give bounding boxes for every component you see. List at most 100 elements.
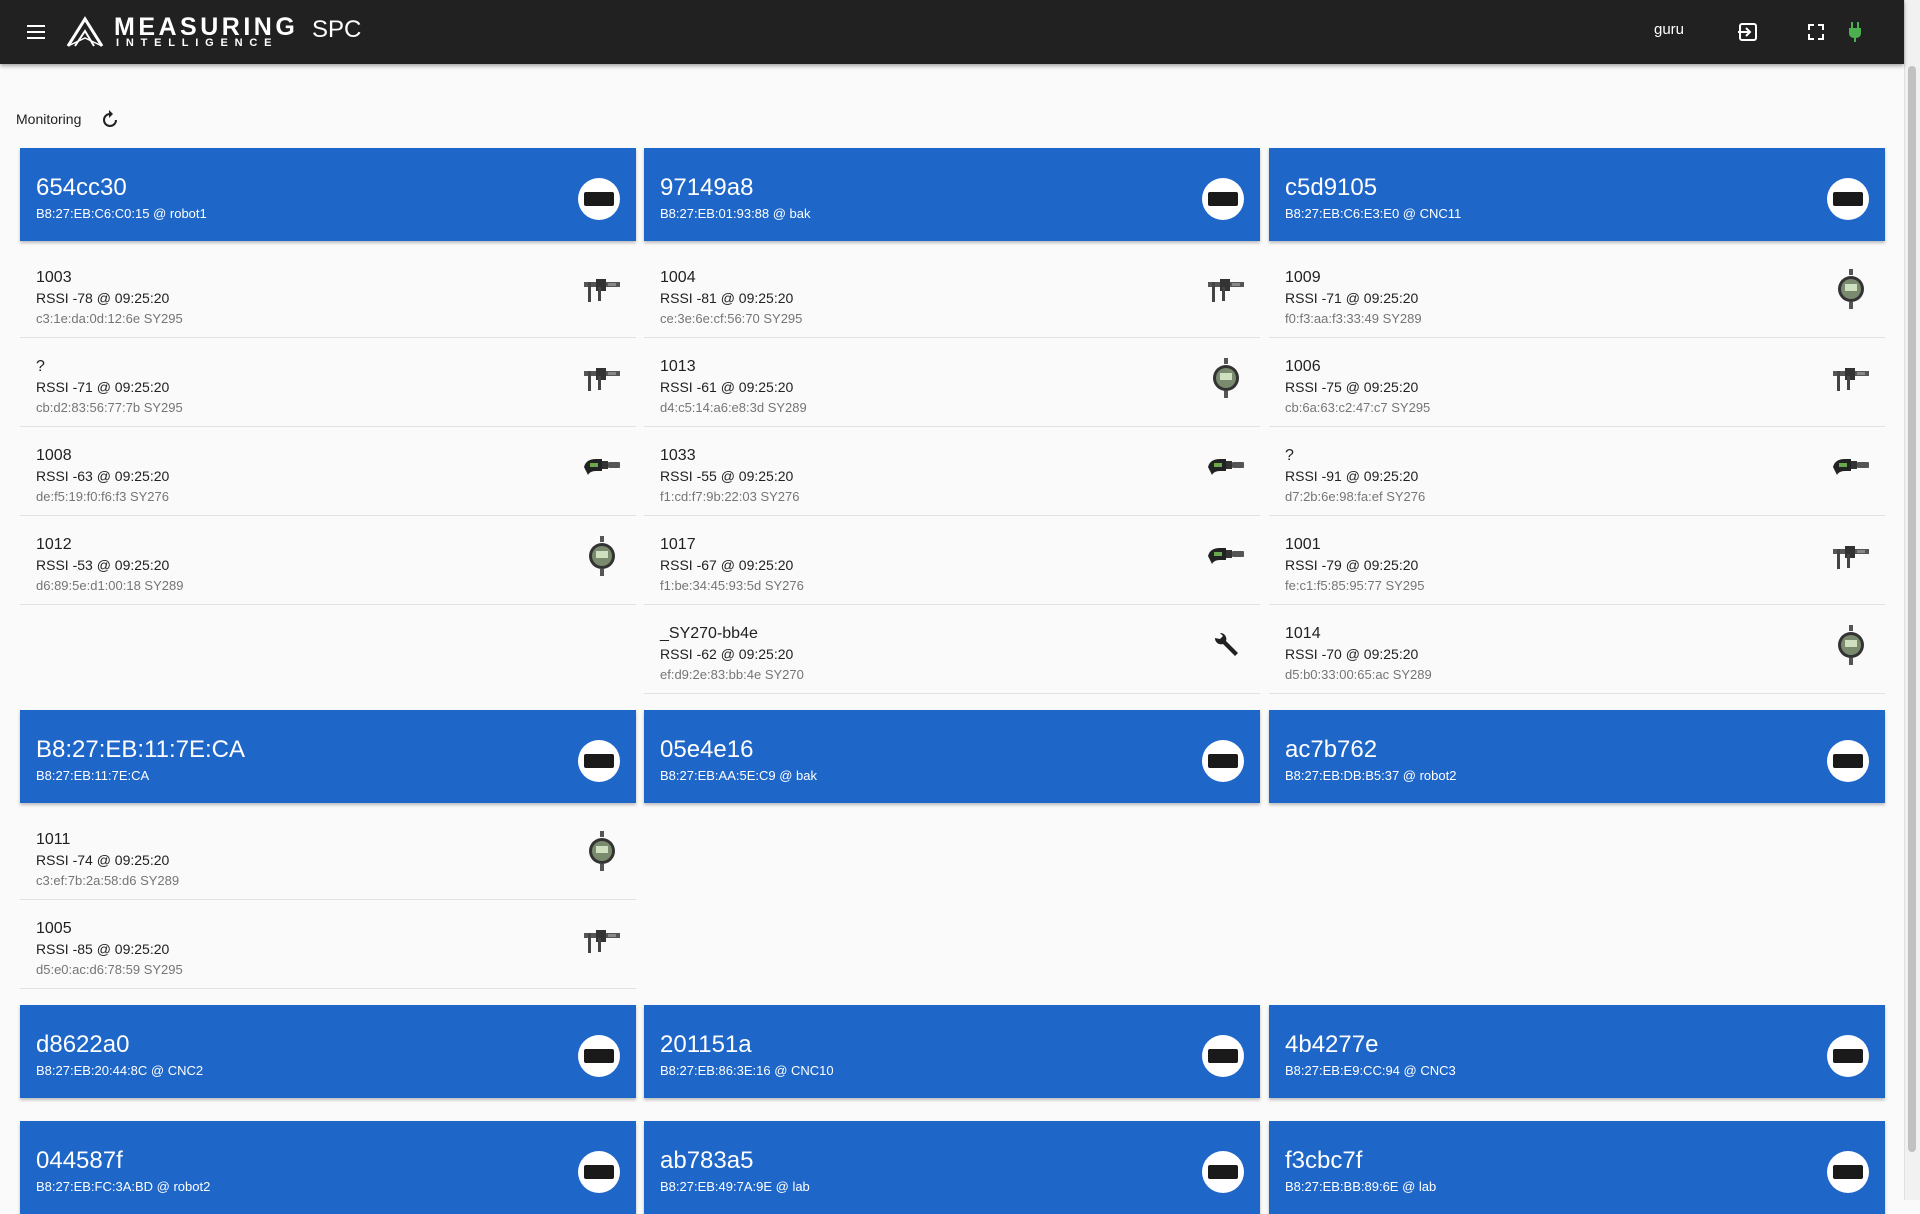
device-mac: d7:2b:6e:98:fa:ef SY276: [1285, 489, 1426, 504]
device-name: 1013: [660, 358, 696, 375]
device-name: 1004: [660, 269, 696, 286]
device-list-item[interactable]: 1014 RSSI -70 @ 09:25:20 d5:b0:33:00:65:ac…: [1269, 605, 1885, 694]
gateway-device-icon: [578, 1151, 620, 1193]
gateway-subtitle: B8:27:EB:01:93:88 @ bak: [660, 206, 811, 221]
device-rssi: RSSI -63 @ 09:25:20: [36, 468, 170, 484]
device-mac: d6:89:5e:d1:00:18 SY289: [36, 578, 184, 593]
gateway-card[interactable]: 654cc30 B8:27:EB:C6:C0:15 @ robot1: [20, 148, 636, 241]
gateway-unit-icon: [584, 1049, 614, 1063]
gateway-card[interactable]: d8622a0 B8:27:EB:20:44:8C @ CNC2: [20, 1005, 636, 1098]
gateway-card[interactable]: ac7b762 B8:27:EB:DB:B5:37 @ robot2: [1269, 710, 1885, 803]
device-list-item[interactable]: 1009 RSSI -71 @ 09:25:20 f0:f3:aa:f3:33:49…: [1269, 249, 1885, 338]
gateway-device-icon: [1827, 740, 1869, 782]
top-app-bar: MEASURING INTELLIGENCE SPC guru: [0, 0, 1904, 64]
gateway-card[interactable]: c5d9105 B8:27:EB:C6:E3:E0 @ CNC11: [1269, 148, 1885, 241]
gateway-device-icon: [1827, 1035, 1869, 1077]
scrollbar-thumb[interactable]: [1908, 66, 1916, 1152]
gateway-subtitle: B8:27:EB:BB:89:6E @ lab: [1285, 1179, 1437, 1194]
gateway-subtitle: B8:27:EB:E9:CC:94 @ CNC3: [1285, 1063, 1456, 1078]
device-name: 1033: [660, 447, 696, 464]
caliper-icon: [582, 920, 622, 960]
logo-mountain-icon: [66, 16, 104, 47]
device-list-item[interactable]: 1013 RSSI -61 @ 09:25:20 d4:c5:14:a6:e8:3d…: [644, 338, 1260, 427]
menu-button[interactable]: [14, 16, 58, 48]
gateway-card[interactable]: f3cbc7f B8:27:EB:BB:89:6E @ lab: [1269, 1121, 1885, 1214]
device-list-item[interactable]: 1004 RSSI -81 @ 09:25:20 ce:3e:6e:cf:56:70…: [644, 249, 1260, 338]
dial-indicator-icon: [1831, 625, 1871, 665]
device-list-item[interactable]: 1006 RSSI -75 @ 09:25:20 cb:6a:63:c2:47:c7…: [1269, 338, 1885, 427]
gateway-unit-icon: [584, 754, 614, 768]
gateway-card[interactable]: 201151a B8:27:EB:86:3E:16 @ CNC10: [644, 1005, 1260, 1098]
gateway-unit-icon: [1833, 1049, 1863, 1063]
gateway-device-icon: [1827, 178, 1869, 220]
logout-icon: [1738, 23, 1757, 41]
gateway-card[interactable]: 97149a8 B8:27:EB:01:93:88 @ bak: [644, 148, 1260, 241]
device-mac: d5:b0:33:00:65:ac SY289: [1285, 667, 1432, 682]
gateway-card[interactable]: 4b4277e B8:27:EB:E9:CC:94 @ CNC3: [1269, 1005, 1885, 1098]
gateway-unit-icon: [1833, 754, 1863, 768]
micrometer-icon: [582, 447, 622, 487]
monitoring-toolbar: Monitoring: [16, 106, 123, 132]
device-list-item[interactable]: 1008 RSSI -63 @ 09:25:20 de:f5:19:f0:f6:f3…: [20, 427, 636, 516]
device-rssi: RSSI -71 @ 09:25:20: [36, 379, 170, 395]
device-name: 1012: [36, 536, 72, 553]
device-name: 1009: [1285, 269, 1321, 286]
gateway-unit-icon: [1833, 1165, 1863, 1179]
device-list-item[interactable]: 1017 RSSI -67 @ 09:25:20 f1:be:34:45:93:5d…: [644, 516, 1260, 605]
gateway-unit-icon: [1208, 1049, 1238, 1063]
gateway-card[interactable]: 05e4e16 B8:27:EB:AA:5E:C9 @ bak: [644, 710, 1260, 803]
device-list-item[interactable]: 1011 RSSI -74 @ 09:25:20 c3:ef:7b:2a:58:d6…: [20, 811, 636, 900]
gateway-subtitle: B8:27:EB:DB:B5:37 @ robot2: [1285, 768, 1457, 783]
device-list-item[interactable]: ? RSSI -71 @ 09:25:20 cb:d2:83:56:77:7b SY…: [20, 338, 636, 427]
device-name: 1001: [1285, 536, 1321, 553]
gateway-subtitle: B8:27:EB:C6:E3:E0 @ CNC11: [1285, 206, 1462, 221]
device-list-item[interactable]: 1005 RSSI -85 @ 09:25:20 d5:e0:ac:d6:78:59…: [20, 900, 636, 989]
gateway-card[interactable]: 044587f B8:27:EB:FC:3A:BD @ robot2: [20, 1121, 636, 1214]
gateway-unit-icon: [584, 192, 614, 206]
device-rssi: RSSI -71 @ 09:25:20: [1285, 290, 1419, 306]
device-rssi: RSSI -53 @ 09:25:20: [36, 557, 170, 573]
device-mac: f0:f3:aa:f3:33:49 SY289: [1285, 311, 1422, 326]
gateway-device-icon: [1827, 1151, 1869, 1193]
device-list-item[interactable]: 1012 RSSI -53 @ 09:25:20 d6:89:5e:d1:00:18…: [20, 516, 636, 605]
gateway-card[interactable]: B8:27:EB:11:7E:CA B8:27:EB:11:7E:CA: [20, 710, 636, 803]
device-name: 1005: [36, 920, 72, 937]
device-list-item[interactable]: _SY270-bb4e RSSI -62 @ 09:25:20 ef:d9:2e:8…: [644, 605, 1260, 694]
dial-indicator-icon: [582, 536, 622, 576]
device-mac: c3:1e:da:0d:12:6e SY295: [36, 311, 183, 326]
device-mac: fe:c1:f5:85:95:77 SY295: [1285, 578, 1425, 593]
caliper-icon: [1206, 269, 1246, 309]
logo-line2: INTELLIGENCE: [116, 37, 279, 49]
wrench-icon: [1206, 625, 1246, 665]
gateway-device-icon: [1202, 740, 1244, 782]
gateway-title: 201151a: [660, 1031, 752, 1058]
device-mac: ce:3e:6e:cf:56:70 SY295: [660, 311, 803, 326]
gateway-device-icon: [1202, 1035, 1244, 1077]
logout-button[interactable]: [1728, 14, 1768, 50]
device-list-item[interactable]: 1003 RSSI -78 @ 09:25:20 c3:1e:da:0d:12:6e…: [20, 249, 636, 338]
gateway-title: 97149a8: [660, 174, 754, 201]
connection-status[interactable]: [1840, 14, 1870, 50]
device-list-item[interactable]: 1001 RSSI -79 @ 09:25:20 fe:c1:f5:85:95:77…: [1269, 516, 1885, 605]
device-name: 1011: [36, 831, 71, 848]
fullscreen-button[interactable]: [1796, 14, 1836, 50]
gateway-device-icon: [578, 1035, 620, 1077]
gateway-unit-icon: [1833, 192, 1863, 206]
device-rssi: RSSI -70 @ 09:25:20: [1285, 646, 1419, 662]
device-mac: d4:c5:14:a6:e8:3d SY289: [660, 400, 807, 415]
device-list-item[interactable]: ? RSSI -91 @ 09:25:20 d7:2b:6e:98:fa:ef SY…: [1269, 427, 1885, 516]
logo: MEASURING INTELLIGENCE: [64, 12, 295, 52]
gateway-subtitle: B8:27:EB:FC:3A:BD @ robot2: [36, 1179, 211, 1194]
user-name[interactable]: guru: [1654, 21, 1684, 38]
gateway-title: ac7b762: [1285, 736, 1378, 763]
device-mac: f1:be:34:45:93:5d SY276: [660, 578, 804, 593]
device-list-item[interactable]: 1033 RSSI -55 @ 09:25:20 f1:cd:f7:9b:22:03…: [644, 427, 1260, 516]
device-rssi: RSSI -85 @ 09:25:20: [36, 941, 170, 957]
gateway-subtitle: B8:27:EB:11:7E:CA: [36, 768, 150, 783]
app-name: SPC: [312, 16, 362, 43]
refresh-button[interactable]: [97, 106, 123, 132]
device-mac: cb:6a:63:c2:47:c7 SY295: [1285, 400, 1431, 415]
gateway-card[interactable]: ab783a5 B8:27:EB:49:7A:9E @ lab: [644, 1121, 1260, 1214]
gateway-subtitle: B8:27:EB:C6:C0:15 @ robot1: [36, 206, 207, 221]
caliper-icon: [582, 358, 622, 398]
